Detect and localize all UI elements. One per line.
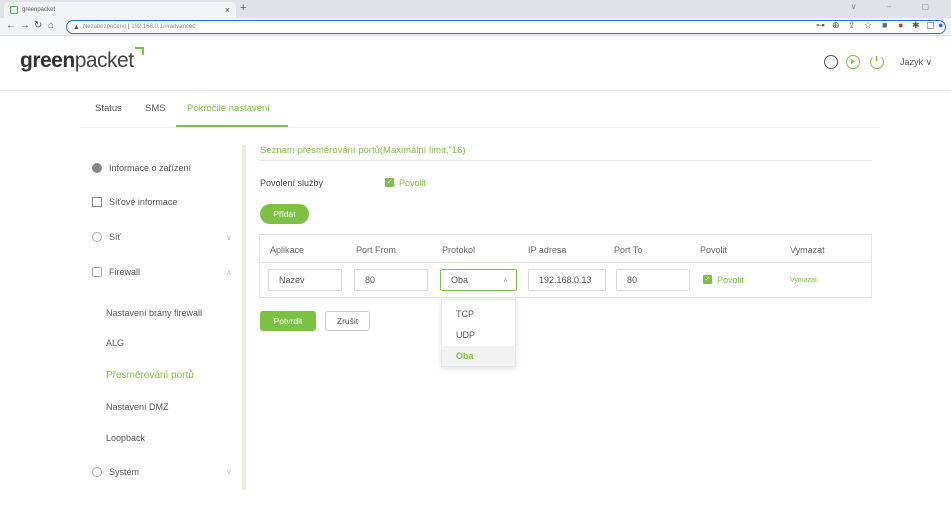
browser-tabbar: greenpacket × + ∨ – ▢ — [0, 0, 951, 18]
sidebar-item-label: Firewall — [109, 267, 141, 277]
security-label: Nezabezpečeno — [82, 24, 127, 30]
confirm-button[interactable]: Potvrdit — [260, 311, 316, 331]
address-bar[interactable]: ▲ Nezabezpečeno | 192.168.0.1/#/advanced — [66, 20, 946, 34]
language-selector[interactable]: Jazyk ∨ — [900, 57, 932, 68]
sidebar-item-label: Síť — [109, 232, 121, 242]
cancel-button[interactable]: Zrušit — [325, 311, 370, 331]
column-header: Port From — [356, 245, 397, 255]
add-button[interactable]: Přidat — [260, 204, 309, 224]
document-icon — [92, 197, 102, 207]
sidebar-sub-firewall-settings[interactable]: Nastavení brány firewall — [106, 308, 202, 318]
power-icon[interactable] — [870, 55, 884, 69]
refresh-icon[interactable] — [824, 55, 838, 69]
header-divider — [0, 90, 951, 91]
key-icon[interactable]: ⊶ — [816, 20, 825, 31]
chevron-up-icon: ∧ — [502, 277, 508, 284]
opera-icon[interactable]: ● — [898, 20, 903, 30]
info-icon — [92, 163, 102, 173]
delete-link[interactable]: Vymazat — [790, 277, 817, 284]
chevron-down-icon[interactable]: ∨ — [226, 233, 232, 242]
logo-mark-icon — [134, 47, 144, 55]
favicon-icon — [10, 6, 18, 14]
sidebar-sub-alg[interactable]: ALG — [106, 338, 124, 348]
sidebar-item-firewall[interactable]: Firewall — [92, 267, 140, 277]
logo-text-green: green — [20, 49, 75, 72]
warning-icon: ▲ — [73, 23, 80, 31]
close-tab-icon[interactable]: × — [225, 5, 230, 15]
url-text: 192.168.0.1/#/advanced — [131, 24, 196, 30]
sidebar-item-device-info[interactable]: Informace o zařízení — [92, 163, 191, 173]
service-enable-checkbox-label: Povolit — [399, 178, 427, 188]
sidebar-sub-dmz[interactable]: Nastavení DMZ — [106, 402, 169, 412]
protocol-option-both[interactable]: Oba — [442, 346, 515, 366]
browser-tab[interactable]: greenpacket × — [4, 2, 236, 18]
brand-logo[interactable]: greenpacket — [20, 47, 144, 73]
chevron-down-icon[interactable]: ∨ — [226, 467, 232, 476]
sidebar-item-system[interactable]: Systém — [92, 467, 139, 477]
tab-status[interactable]: Status — [95, 103, 122, 114]
browser-tab-title: greenpacket — [22, 7, 56, 13]
zoom-icon[interactable]: ⊕ — [832, 20, 840, 31]
ip-address-input[interactable]: 192.168.0.13 — [528, 269, 606, 291]
play-icon[interactable] — [846, 55, 860, 69]
protocol-dropdown: TCP UDP Oba — [441, 299, 516, 367]
service-enable-checkbox[interactable]: ✓ — [385, 178, 394, 187]
gear-icon — [92, 467, 102, 477]
language-label: Jazyk — [900, 57, 924, 67]
port-to-input[interactable]: 80 — [616, 269, 690, 291]
back-icon[interactable]: ← — [6, 20, 16, 31]
sidebar-sub-loopback[interactable]: Loopback — [106, 433, 145, 443]
active-tab-indicator — [176, 125, 288, 127]
application-name-input[interactable]: Nazev — [268, 269, 342, 291]
sidebar-item-label: Informace o zařízení — [109, 163, 192, 173]
sidebar-item-label: Systém — [109, 467, 140, 477]
protocol-option-udp[interactable]: UDP — [442, 325, 515, 345]
service-enable-label: Povolení služby — [260, 178, 324, 188]
page-title: Seznam přesměrování portů(Maximální limi… — [260, 145, 466, 156]
chevron-down-icon: ∨ — [925, 57, 933, 67]
star-icon[interactable]: ☆ — [864, 20, 872, 31]
protocol-select-value: Oba — [451, 275, 469, 285]
puzzle-icon[interactable]: ✱ — [912, 20, 920, 31]
network-icon — [92, 232, 102, 242]
new-tab-button[interactable]: + — [240, 2, 246, 14]
column-header: Port To — [614, 245, 643, 255]
address-bar-row: ← → ↻ ⌂ ▲ Nezabezpečeno | 192.168.0.1/#/… — [0, 18, 951, 36]
tab-advanced-settings[interactable]: Pokročilé nastavení — [187, 103, 270, 114]
window-controls[interactable]: ∨ – ▢ — [851, 2, 943, 11]
tabs-divider — [80, 127, 880, 128]
sidebar-item-network[interactable]: Síť — [92, 232, 121, 242]
row-enable-checkbox-label: Povolit — [717, 275, 745, 285]
sidebar: Informace o zařízení Síťové informace Sí… — [80, 145, 246, 490]
sidepanel-icon[interactable]: ▢ — [926, 20, 935, 31]
port-from-input[interactable]: 80 — [354, 269, 428, 291]
logo-text-packet: packet — [74, 49, 134, 72]
protocol-select[interactable]: Oba ∧ — [440, 269, 517, 291]
port-forwarding-table: Aplikace Port From Protokol IP adresa Po… — [259, 234, 872, 298]
tab-sms[interactable]: SMS — [145, 103, 166, 114]
reload-icon[interactable]: ↻ — [34, 20, 42, 31]
column-header: Vymazat — [790, 245, 825, 255]
title-divider — [260, 160, 872, 161]
sidebar-item-network-info[interactable]: Síťové informace — [92, 197, 177, 207]
row-enable-checkbox[interactable]: ✓ — [703, 275, 712, 284]
forward-icon[interactable]: → — [20, 20, 30, 31]
protocol-option-tcp[interactable]: TCP — [442, 304, 515, 324]
sidebar-item-label: Síťové informace — [109, 197, 178, 207]
sidebar-sub-port-forwarding[interactable]: Přesměrování portů — [106, 370, 194, 381]
home-icon[interactable]: ⌂ — [48, 20, 54, 31]
profile-icon[interactable]: ● — [938, 20, 943, 30]
column-header: IP adresa — [528, 245, 567, 255]
table-header: Aplikace Port From Protokol IP adresa Po… — [260, 235, 871, 263]
column-header: Povolit — [700, 245, 728, 255]
column-header: Aplikace — [270, 245, 305, 255]
share-icon[interactable]: ⇪ — [848, 20, 856, 31]
lock-icon — [92, 267, 102, 277]
extension-icon[interactable]: ■ — [882, 20, 887, 30]
chevron-up-icon[interactable]: ∧ — [226, 268, 232, 277]
column-header: Protokol — [442, 245, 476, 255]
